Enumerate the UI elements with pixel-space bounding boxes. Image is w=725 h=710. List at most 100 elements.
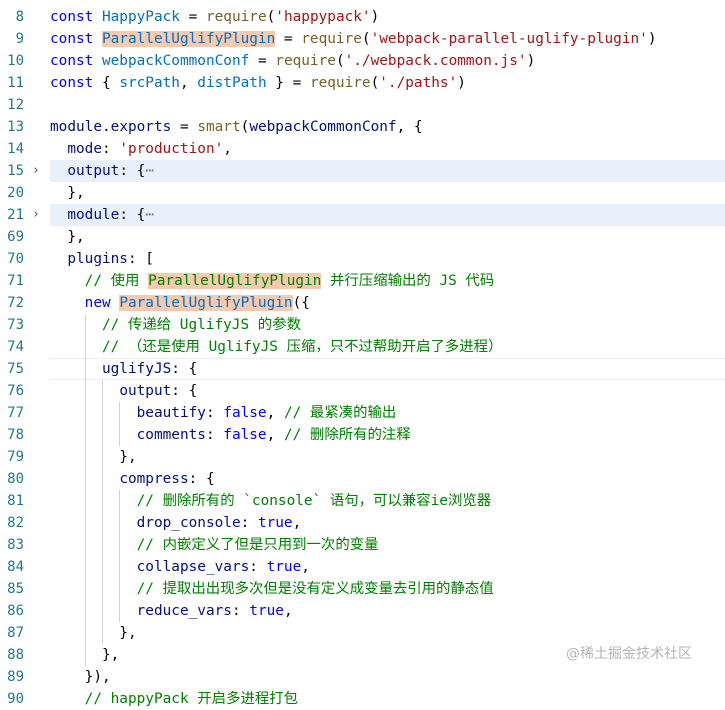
line-number: 75 [7,361,24,377]
code-token: ) [647,31,657,47]
code-text: collapse_vars: true, [50,556,725,578]
code-token: exports [110,119,172,135]
indent-guide [84,644,86,666]
code-line[interactable]: 87 }, [0,622,725,644]
code-token: const [50,53,102,69]
code-line[interactable]: 79 }, [0,446,725,468]
code-line[interactable]: 83 // 内嵌定义了但是只用到一次的变量 [0,534,725,556]
code-token: , [292,515,302,531]
code-token: compress [119,471,189,487]
code-line[interactable]: 10 const webpackCommonConf = require('./w… [0,50,725,72]
code-line[interactable]: 77 beautify: false, // 最紧凑的输出 [0,402,725,424]
code-token: // （还是使用 UglifyJS 压缩，只不过帮助开启了多进程） [101,339,503,355]
fold-chevron-icon[interactable]: › [32,160,40,182]
code-text: plugins: [ [50,248,725,270]
indent-guide [102,402,104,424]
code-token: . [101,119,111,135]
code-token: true [266,559,302,575]
code-text: }), [50,666,725,688]
code-token: require [309,75,371,91]
code-token: , { [396,119,423,135]
line-number: 84 [7,559,24,575]
code-text: const webpackCommonConf = require('./web… [50,50,725,72]
indent-guide [84,336,86,358]
code-token: 'webpack-parallel-uglify-plugin' [370,31,648,47]
code-line[interactable]: 15 › output: {⋯ [0,160,725,182]
code-token: srcPath [119,75,180,91]
line-number: 82 [7,515,24,531]
code-text: // 使用 ParallelUglifyPlugin 并行压缩输出的 JS 代码 [50,270,725,292]
code-line[interactable]: 71 // 使用 ParallelUglifyPlugin 并行压缩输出的 JS… [0,270,725,292]
code-token: './paths' [379,75,458,91]
code-line[interactable]: 73 // 传递给 UglifyJS 的参数 [0,314,725,336]
code-token: webpackCommonConf [249,119,397,135]
code-line[interactable]: 78 comments: false, // 删除所有的注释 [0,424,725,446]
code-token: // 删除所有的 `console` 语句，可以兼容ie浏览器 [136,493,492,509]
code-token: = [275,31,302,47]
line-number: 12 [7,97,24,113]
line-number: 15 [7,163,24,179]
fold-chevron-icon[interactable]: › [32,204,40,226]
code-text: // 传递给 UglifyJS 的参数 [50,314,725,336]
code-token: 'production' [119,141,224,157]
line-number: 11 [7,75,24,91]
code-token: }), [50,669,111,685]
code-token: : [ [127,251,154,267]
code-token: : { [171,361,198,377]
code-line[interactable]: 90 // happyPack 开启多进程打包 [0,688,725,710]
code-token: : [240,515,258,531]
code-line[interactable]: 14 mode: 'production', [0,138,725,160]
line-number: 74 [7,339,24,355]
code-line[interactable]: 85 // 提取出出现多次但是没有定义成变量去引用的静态值 [0,578,725,600]
code-editor[interactable]: 8 const HappyPack = require('happypack') 9… [0,6,725,710]
code-text: reduce_vars: true, [50,600,725,622]
code-token: require [205,9,267,25]
code-line[interactable]: 70 plugins: [ [0,248,725,270]
code-line[interactable]: 74 // （还是使用 UglifyJS 压缩，只不过帮助开启了多进程） [0,336,725,358]
indent-guide [119,490,121,512]
indent-guide [102,512,104,534]
indent-guide [102,468,104,490]
code-line[interactable]: 9 const ParallelUglifyPlugin = require('w… [0,28,725,50]
line-number: 69 [7,229,24,245]
code-line[interactable]: 82 drop_console: true, [0,512,725,534]
code-token: ) [370,9,380,25]
code-token: : [101,141,120,157]
line-number: 10 [7,53,24,69]
code-line[interactable]: 81 // 删除所有的 `console` 语句，可以兼容ie浏览器 [0,490,725,512]
code-line[interactable]: 12 [0,94,725,116]
code-token: = [179,9,206,25]
code-text: }, [50,182,725,204]
code-token: ) [457,75,466,91]
code-line[interactable]: 76 output: { [0,380,725,402]
code-line[interactable]: 69 }, [0,226,725,248]
code-line[interactable]: 80 compress: { [0,468,725,490]
code-token: const [50,9,102,25]
code-token: plugins [67,251,128,267]
line-number: 90 [7,691,24,707]
code-token: ( [370,75,380,91]
code-line[interactable]: 89 }), [0,666,725,688]
code-text: const { srcPath, distPath } = require('.… [50,72,725,94]
code-line[interactable]: 72 new ParallelUglifyPlugin({ [0,292,725,314]
code-text: }, [50,446,725,468]
code-line[interactable]: 84 collapse_vars: true, [0,556,725,578]
code-line[interactable]: 20 }, [0,182,725,204]
code-line[interactable]: 8 const HappyPack = require('happypack') [0,6,725,28]
code-token: module [50,119,102,135]
code-line[interactable]: 11 const { srcPath, distPath } = require(… [0,72,725,94]
code-line[interactable]: 86 reduce_vars: true, [0,600,725,622]
code-line[interactable]: 21 › module: {⋯ [0,204,725,226]
code-line[interactable]: 75 uglifyJS: { [0,358,725,380]
line-number: 79 [7,449,24,465]
code-token: : { [188,471,215,487]
indent-guide [119,600,121,622]
code-token: // happyPack 开启多进程打包 [84,691,299,707]
code-line[interactable]: 13 module.exports = smart(webpackCommonCo… [0,116,725,138]
